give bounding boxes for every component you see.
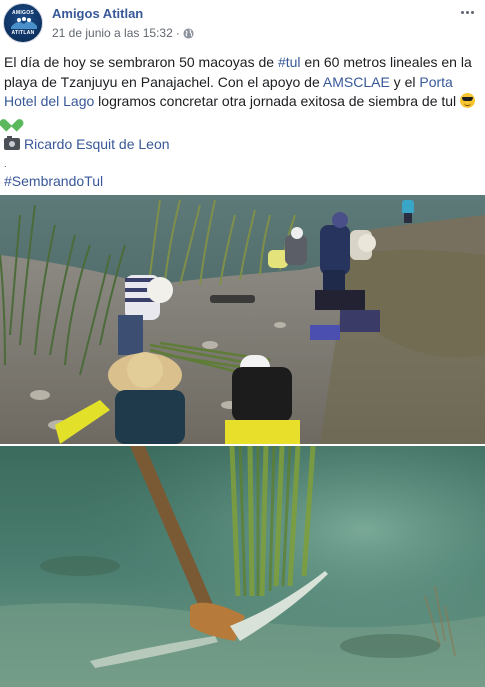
post-timestamp[interactable]: 21 de junio a las 15:32 bbox=[52, 26, 173, 40]
post-meta: 21 de junio a las 15:32 · bbox=[52, 26, 194, 40]
photo-credit-link[interactable]: Ricardo Esquit de Leon bbox=[24, 136, 170, 152]
sunglasses-emoji-icon bbox=[460, 93, 476, 108]
dot-text: . bbox=[4, 158, 7, 169]
avatar-bottom-text: ATITLAN bbox=[11, 30, 35, 36]
avatar-logo-icon bbox=[11, 17, 37, 29]
hashtag-sembrandotul-link[interactable]: #SembrandoTul bbox=[4, 173, 103, 189]
underwater-tul-photo[interactable] bbox=[0, 446, 485, 687]
text-segment: logramos concretar otra jornada exitosa … bbox=[94, 93, 457, 109]
page-avatar[interactable]: AMIGOS ATITLAN bbox=[3, 3, 43, 43]
hashtag-line: #SembrandoTul bbox=[4, 172, 481, 192]
post-text: El día de hoy se sembraron 50 macoyas de… bbox=[4, 53, 481, 191]
post-paragraph: El día de hoy se sembraron 50 macoyas de… bbox=[4, 53, 481, 131]
amsclae-link[interactable]: AMSCLAE bbox=[323, 74, 390, 90]
camera-icon bbox=[4, 136, 20, 150]
shoreline-planting-photo[interactable] bbox=[0, 195, 485, 444]
hashtag-tul-link[interactable]: #tul bbox=[278, 54, 301, 70]
underwater-photo-image bbox=[0, 446, 485, 687]
text-segment: El día de hoy se sembraron 50 macoyas de bbox=[4, 54, 278, 70]
globe-icon[interactable] bbox=[183, 27, 194, 39]
photo-credit-line: Ricardo Esquit de Leon bbox=[4, 135, 481, 155]
page-name-link[interactable]: Amigos Atitlan bbox=[52, 6, 143, 21]
post-header: AMIGOS ATITLAN Amigos Atitlan 21 de juni… bbox=[0, 0, 485, 46]
shoreline-photo-image bbox=[0, 195, 485, 444]
more-options-icon[interactable] bbox=[455, 4, 479, 20]
green-heart-emoji-icon bbox=[4, 114, 19, 128]
text-segment: y el bbox=[389, 73, 420, 90]
meta-separator: · bbox=[175, 26, 180, 40]
